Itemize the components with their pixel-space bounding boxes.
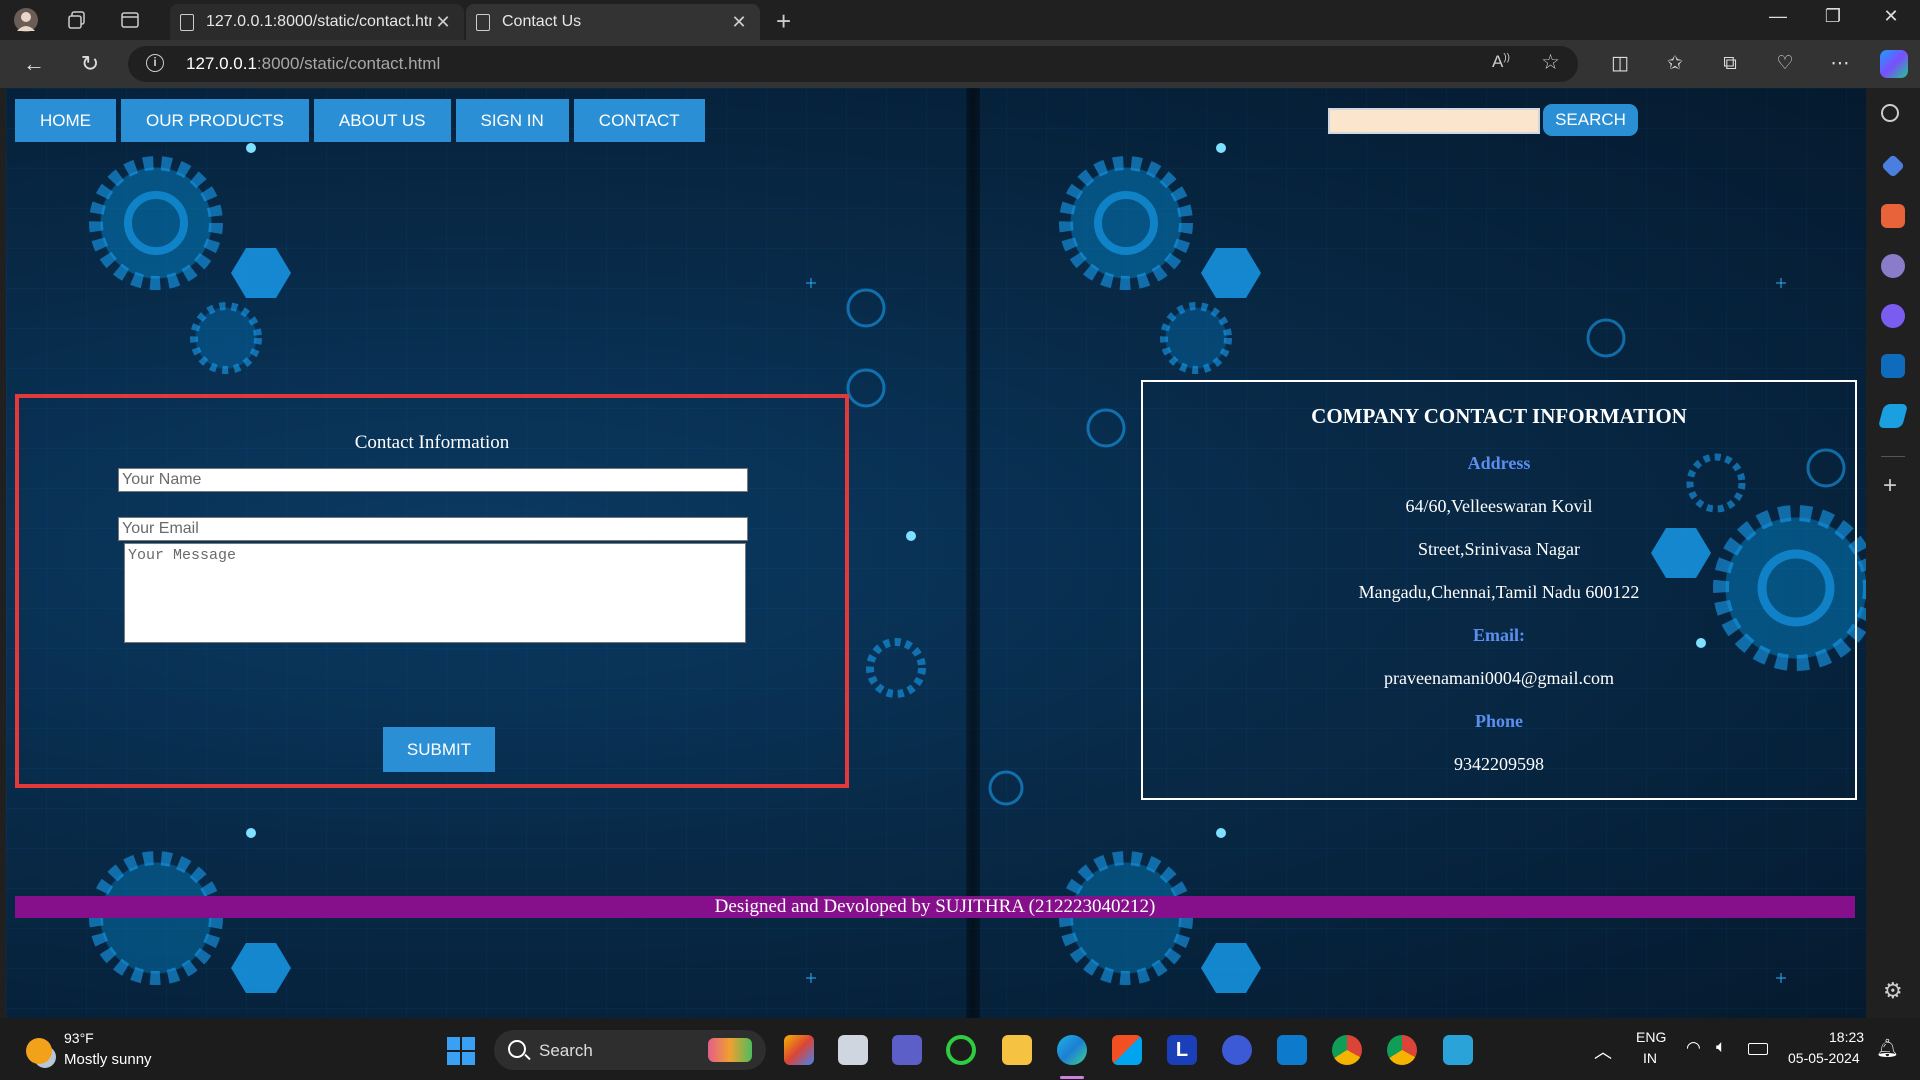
windows-start-icon[interactable] bbox=[447, 1037, 475, 1065]
submit-button[interactable]: SUBMIT bbox=[383, 727, 495, 772]
clock-time[interactable]: 18:23 bbox=[1829, 1029, 1864, 1045]
taskbar-search[interactable]: Search bbox=[494, 1030, 766, 1070]
close-tab-icon[interactable]: ✕ bbox=[728, 12, 750, 33]
search-input[interactable] bbox=[1328, 108, 1540, 134]
search-highlight-icon bbox=[708, 1038, 752, 1062]
copilot-icon[interactable] bbox=[1880, 50, 1908, 78]
workspaces-icon[interactable] bbox=[63, 6, 91, 34]
page-viewport: HOME OUR PRODUCTS ABOUT US SIGN IN CONTA… bbox=[6, 88, 1866, 1018]
footer-credit: Designed and Devoloped by SUJITHRA (2122… bbox=[15, 896, 1855, 918]
close-tab-icon[interactable]: ✕ bbox=[432, 12, 454, 33]
send-icon[interactable] bbox=[1877, 404, 1909, 428]
address-line-3: Mangadu,Chennai,Tamil Nadu 600122 bbox=[1358, 582, 1640, 602]
teams-icon[interactable] bbox=[892, 1035, 922, 1065]
close-window-icon[interactable]: ✕ bbox=[1871, 6, 1911, 34]
tab-title: Contact Us bbox=[502, 13, 582, 30]
address-label: Address bbox=[1467, 453, 1531, 473]
collections-icon[interactable]: ⧉ bbox=[1715, 49, 1745, 79]
message-field[interactable]: Your Message bbox=[124, 543, 746, 643]
volume-icon[interactable]: 🔈︎ bbox=[1716, 1037, 1726, 1057]
address-line-1: 64/60,Velleeswaran Kovil bbox=[1405, 496, 1593, 516]
company-info-heading: COMPANY CONTACT INFORMATION bbox=[1311, 404, 1687, 428]
weather-description[interactable]: Mostly sunny bbox=[64, 1051, 152, 1068]
split-screen-icon[interactable]: ◫ bbox=[1605, 49, 1635, 79]
more-options-icon[interactable]: ⋯ bbox=[1825, 49, 1855, 79]
chrome-profile-icon[interactable] bbox=[1387, 1035, 1417, 1065]
language-top[interactable]: ENG bbox=[1636, 1029, 1666, 1045]
nav-contact[interactable]: CONTACT bbox=[573, 99, 705, 142]
copilot-preview-app-icon[interactable] bbox=[784, 1035, 814, 1065]
nav-about-us[interactable]: ABOUT US bbox=[313, 99, 451, 142]
nav-sign-in[interactable]: SIGN IN bbox=[455, 99, 569, 142]
tab-contact-url[interactable]: 127.0.0.1:8000/static/contact.htm ✕ bbox=[170, 4, 464, 40]
contact-form-title: Contact Information bbox=[354, 432, 510, 453]
notepad-icon[interactable] bbox=[1443, 1035, 1473, 1065]
read-aloud-icon[interactable]: A)) bbox=[1492, 52, 1510, 72]
browser-sidebar: + ⚙ bbox=[1866, 88, 1920, 1018]
refresh-icon[interactable]: ↻ bbox=[75, 49, 105, 79]
search-icon bbox=[508, 1040, 526, 1058]
wifi-icon[interactable]: ◠ bbox=[1686, 1038, 1701, 1058]
tab-actions-icon[interactable] bbox=[116, 6, 144, 34]
nav-our-products[interactable]: OUR PRODUCTS bbox=[121, 99, 309, 142]
clock-date[interactable]: 05-05-2024 bbox=[1788, 1050, 1860, 1066]
address-bar[interactable]: i 127.0.0.1:8000/static/contact.html A))… bbox=[128, 46, 1578, 82]
language-bottom[interactable]: IN bbox=[1643, 1050, 1657, 1066]
outlook-icon[interactable] bbox=[1881, 354, 1905, 378]
add-sidebar-app-icon[interactable]: + bbox=[1883, 472, 1897, 500]
edge-browser-icon[interactable] bbox=[1057, 1035, 1087, 1065]
weather-temperature[interactable]: 93°F bbox=[64, 1030, 94, 1046]
company-phone: 9342209598 bbox=[1454, 754, 1544, 774]
microsoft-store-icon[interactable] bbox=[1112, 1035, 1142, 1065]
notification-bell-icon[interactable]: 🔔︎ bbox=[1876, 1038, 1899, 1059]
site-info-icon[interactable]: i bbox=[146, 54, 164, 72]
shopping-tag-icon[interactable] bbox=[1881, 154, 1905, 178]
chrome-icon[interactable] bbox=[1332, 1035, 1362, 1065]
company-info-panel: COMPANY CONTACT INFORMATION Address 64/6… bbox=[1141, 380, 1857, 800]
games-icon[interactable] bbox=[1881, 254, 1905, 278]
url-text[interactable]: 127.0.0.1:8000/static/contact.html bbox=[186, 54, 440, 74]
search-button[interactable]: SEARCH bbox=[1543, 104, 1638, 136]
email-field[interactable]: Your Email bbox=[118, 517, 748, 541]
battery-icon[interactable] bbox=[1748, 1043, 1768, 1055]
contact-form: Contact Information Your Name Your Email… bbox=[15, 394, 849, 788]
taskbar-search-label: Search bbox=[539, 1041, 593, 1060]
back-icon[interactable]: ← bbox=[19, 49, 49, 79]
minimize-icon[interactable]: — bbox=[1758, 6, 1798, 34]
m365-icon[interactable] bbox=[1881, 304, 1905, 328]
task-view-icon[interactable] bbox=[838, 1035, 868, 1065]
main-nav: HOME OUR PRODUCTS ABOUT US SIGN IN CONTA… bbox=[15, 99, 705, 142]
phone-label: Phone bbox=[1474, 711, 1523, 731]
browser-toolbar: ← ↻ i 127.0.0.1:8000/static/contact.html… bbox=[0, 40, 1920, 88]
sidebar-settings-gear-icon[interactable]: ⚙ bbox=[1883, 978, 1903, 1004]
page-icon bbox=[476, 13, 490, 31]
browser-tab-strip: 127.0.0.1:8000/static/contact.htm ✕ Cont… bbox=[0, 0, 1920, 40]
windows-taskbar: 93°F Mostly sunny Search L ︿ ENG IN ◠ 🔈︎… bbox=[0, 1018, 1920, 1080]
profile-avatar-icon[interactable] bbox=[12, 6, 40, 34]
favorites-icon[interactable]: ✩ bbox=[1660, 49, 1690, 79]
email-label: Email: bbox=[1473, 625, 1525, 645]
company-email: praveenamani0004@gmail.com bbox=[1383, 668, 1614, 688]
name-field[interactable]: Your Name bbox=[118, 468, 748, 492]
arc-app-icon[interactable] bbox=[1222, 1035, 1252, 1065]
address-line-2: Street,Srinivasa Nagar bbox=[1418, 539, 1580, 559]
refresh-app-icon[interactable] bbox=[946, 1035, 976, 1065]
weather-icon[interactable] bbox=[26, 1038, 52, 1064]
sidebar-search-icon[interactable] bbox=[1881, 104, 1899, 122]
new-tab-icon[interactable]: + bbox=[776, 6, 791, 37]
file-explorer-icon[interactable] bbox=[1002, 1035, 1032, 1065]
tab-contact-us[interactable]: Contact Us ✕ bbox=[466, 4, 760, 40]
page-icon bbox=[180, 13, 194, 31]
restore-icon[interactable]: ❐ bbox=[1813, 6, 1853, 34]
browser-essentials-icon[interactable]: ♡ bbox=[1770, 49, 1800, 79]
l-app-icon[interactable]: L bbox=[1167, 1035, 1197, 1065]
tools-icon[interactable] bbox=[1881, 204, 1905, 228]
tab-title: 127.0.0.1:8000/static/contact.htm bbox=[206, 13, 432, 30]
favorite-star-icon[interactable]: ☆ bbox=[1541, 50, 1560, 75]
nav-home[interactable]: HOME bbox=[15, 99, 116, 142]
vscode-icon[interactable] bbox=[1277, 1035, 1307, 1065]
show-hidden-icons-chevron-icon[interactable]: ︿ bbox=[1594, 1038, 1612, 1064]
